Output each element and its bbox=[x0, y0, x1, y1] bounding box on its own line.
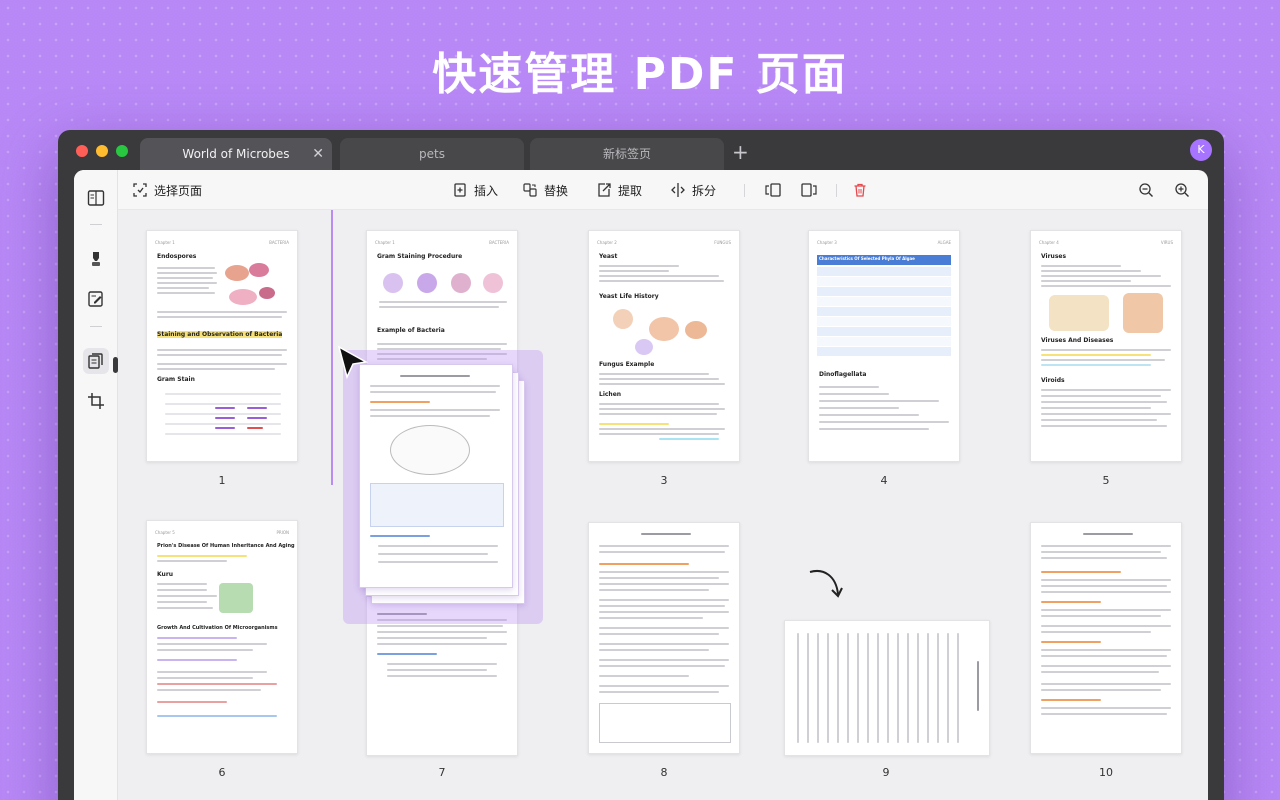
tab-world-of-microbes[interactable]: World of Microbes ✕ bbox=[140, 138, 332, 170]
page-section: Growth And Cultivation Of Microorganisms bbox=[157, 625, 278, 631]
page-number: 10 bbox=[1099, 766, 1113, 779]
page-thumbnail-9[interactable] bbox=[784, 620, 990, 756]
page-extra: Lichen bbox=[599, 391, 622, 398]
left-toolbar bbox=[74, 170, 118, 800]
tab-label: World of Microbes bbox=[182, 147, 290, 161]
extract-button[interactable]: 提取 bbox=[596, 179, 642, 201]
crop-icon[interactable] bbox=[83, 388, 109, 414]
page-subtitle: Viruses And Diseases bbox=[1041, 337, 1114, 344]
cursor-icon bbox=[337, 345, 369, 380]
zoom-in-icon bbox=[1175, 183, 1189, 197]
page-number: 9 bbox=[882, 766, 890, 779]
page-grid: Chapter 1 BACTERIA Endospores Staining an… bbox=[118, 210, 1208, 800]
insert-label: 插入 bbox=[474, 183, 499, 198]
extract-label: 提取 bbox=[618, 183, 643, 198]
extract-icon bbox=[598, 183, 611, 197]
organize-pages-icon[interactable] bbox=[83, 348, 109, 374]
tab-label: 新标签页 bbox=[602, 147, 651, 161]
split-icon bbox=[671, 183, 685, 197]
split-label: 拆分 bbox=[692, 183, 717, 198]
page-number: 8 bbox=[660, 766, 668, 779]
insert-button[interactable]: 插入 bbox=[452, 179, 498, 201]
main-content: 选择页面 插入 替换 提取 拆分 Chapter 1 BACTERIA Endo… bbox=[74, 170, 1208, 800]
insert-icon bbox=[454, 183, 466, 197]
tab-new-tab[interactable]: 新标签页 bbox=[530, 138, 724, 170]
page-subtitle: Kuru bbox=[157, 571, 174, 578]
add-tab-icon[interactable]: + bbox=[732, 138, 749, 166]
page-title: Viruses bbox=[1041, 253, 1067, 260]
title-bar: World of Microbes ✕ pets 新标签页 + K bbox=[58, 130, 1224, 170]
page-number: 5 bbox=[1102, 474, 1110, 487]
tab-label: pets bbox=[419, 147, 445, 161]
zoom-out-icon bbox=[1139, 183, 1153, 197]
divider bbox=[836, 184, 837, 197]
highlighter-icon[interactable] bbox=[83, 246, 109, 272]
zoom-out-button[interactable] bbox=[1138, 179, 1154, 201]
select-pages-label: 选择页面 bbox=[154, 183, 203, 198]
page-subtitle: Example of Bacteria bbox=[377, 327, 445, 334]
page-section: Gram Stain bbox=[157, 376, 195, 383]
divider bbox=[90, 224, 102, 225]
edit-icon[interactable] bbox=[83, 286, 109, 312]
avatar[interactable]: K bbox=[1190, 139, 1212, 161]
replace-button[interactable]: 替换 bbox=[522, 179, 568, 201]
rotate-right-button[interactable] bbox=[800, 179, 818, 201]
definition-box bbox=[599, 703, 731, 743]
minimize-window-button[interactable] bbox=[96, 145, 108, 157]
select-pages-icon bbox=[133, 183, 147, 197]
page-thumbnail-8[interactable] bbox=[588, 522, 740, 754]
divider bbox=[90, 326, 102, 327]
page-thumbnail-3[interactable]: Chapter 2 FUNGUS Yeast Yeast Life History… bbox=[588, 230, 740, 462]
dragged-pages[interactable] bbox=[343, 350, 543, 624]
page-subtitle: Staining and Observation of Bacteria bbox=[157, 331, 283, 338]
rotate-left-icon bbox=[765, 183, 781, 197]
tab-pets[interactable]: pets bbox=[340, 138, 524, 170]
page-title: Endospores bbox=[157, 253, 197, 260]
replace-label: 替换 bbox=[544, 183, 569, 198]
rotate-left-button[interactable] bbox=[764, 179, 782, 201]
divider bbox=[744, 184, 745, 197]
page-thumbnail-5[interactable]: Chapter 4 VIRUS Viruses Viruses And Disea… bbox=[1030, 230, 1182, 462]
close-window-button[interactable] bbox=[76, 145, 88, 157]
zoom-in-button[interactable] bbox=[1174, 179, 1190, 201]
rotate-arrow-icon bbox=[809, 570, 843, 598]
replace-icon bbox=[523, 183, 537, 197]
page-title: Gram Staining Procedure bbox=[377, 253, 463, 260]
hero-title: 快速管理 PDF 页面 bbox=[432, 49, 848, 100]
page-thumbnail-6[interactable]: Chapter 5 PRION Prion's Disease Of Human … bbox=[146, 520, 298, 754]
page-section: Viroids bbox=[1041, 377, 1065, 384]
app-window: World of Microbes ✕ pets 新标签页 + K 选择页面 插… bbox=[58, 130, 1224, 800]
page-subtitle: Dinoflagellata bbox=[819, 371, 867, 378]
page-thumbnail-1[interactable]: Chapter 1 BACTERIA Endospores Staining an… bbox=[146, 230, 298, 462]
dragged-page bbox=[359, 364, 513, 588]
delete-button[interactable] bbox=[852, 179, 868, 201]
page-section: Fungus Example bbox=[599, 361, 655, 368]
insert-indicator bbox=[331, 210, 333, 485]
page-thumbnail-4[interactable]: Chapter 3 ALGAE Characteristics Of Select… bbox=[808, 230, 960, 462]
page-subtitle: Yeast Life History bbox=[599, 293, 659, 300]
zoom-window-button[interactable] bbox=[116, 145, 128, 157]
page-thumbnail-10[interactable] bbox=[1030, 522, 1182, 754]
rotate-right-icon bbox=[801, 183, 817, 197]
close-tab-icon[interactable]: ✕ bbox=[312, 138, 324, 170]
page-title: Yeast bbox=[599, 253, 618, 260]
page-toolbar: 选择页面 插入 替换 提取 拆分 bbox=[118, 170, 1208, 210]
page-number: 1 bbox=[218, 474, 226, 487]
page-number: 4 bbox=[880, 474, 888, 487]
reader-icon[interactable] bbox=[83, 185, 109, 211]
split-button[interactable]: 拆分 bbox=[670, 179, 716, 201]
page-number: 7 bbox=[438, 766, 446, 779]
trash-icon bbox=[854, 183, 866, 197]
select-pages-button[interactable]: 选择页面 bbox=[132, 179, 202, 201]
page-title: Characteristics Of Selected Phyla Of Alg… bbox=[819, 256, 915, 261]
page-number: 3 bbox=[660, 474, 668, 487]
page-title: Prion's Disease Of Human Inheritance And… bbox=[157, 543, 295, 549]
page-number: 6 bbox=[218, 766, 226, 779]
